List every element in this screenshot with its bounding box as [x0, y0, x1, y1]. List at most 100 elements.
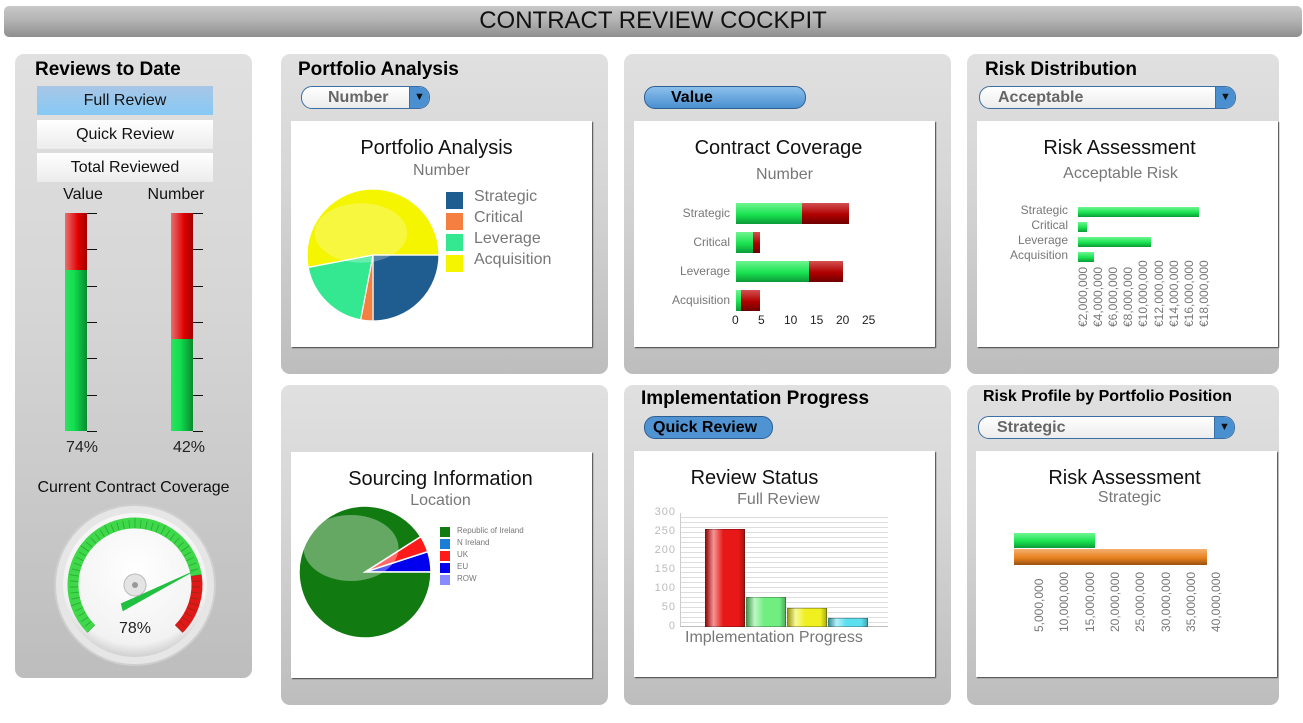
- legend-label-republic-of-ireland: Republic of Ireland: [457, 526, 524, 535]
- legend-swatch-n-ireland: [440, 539, 450, 549]
- review-ytick: 100: [654, 582, 676, 594]
- full-review-button[interactable]: Full Review: [37, 86, 213, 115]
- value-meter-percent: 74%: [65, 439, 99, 456]
- review-ytick: 300: [654, 506, 676, 518]
- coverage-category-label: Acquisition: [671, 293, 730, 307]
- meter-tick: [193, 249, 203, 251]
- risk-category-label: Critical: [1031, 218, 1068, 232]
- risk-chart-title: Risk Assessment: [1043, 137, 1196, 159]
- coverage-chart-card: Contract Coverage Number Strategic Critic…: [634, 121, 935, 347]
- risk-distribution-title: Risk Distribution: [985, 59, 1138, 80]
- coverage-xtick: 25: [862, 313, 876, 327]
- review-ytick: 0: [668, 620, 676, 632]
- meter-tick: [193, 431, 203, 432]
- risk-xtick: €18,000,000: [1196, 260, 1211, 327]
- review-bar: [787, 608, 827, 627]
- number-meter-remaining: [171, 213, 193, 340]
- risk-profile-chart-subtitle: Strategic: [1097, 489, 1162, 506]
- implementation-panel-title: Implementation Progress: [641, 388, 870, 409]
- legend-label-leverage: Leverage: [474, 230, 541, 247]
- risk-profile-title: Risk Profile by Portfolio Position: [983, 388, 1232, 405]
- meter-tick: [87, 285, 97, 287]
- meter-tick: [193, 213, 203, 214]
- pie-gloss: [314, 203, 408, 263]
- risk-xtick: €4,000,000: [1091, 266, 1106, 327]
- coverage-xtick: 15: [810, 313, 824, 327]
- chevron-down-icon[interactable]: ▼: [1214, 417, 1234, 438]
- risk-chart-subtitle: Acceptable Risk: [1063, 165, 1178, 182]
- portfolio-panel-title: Portfolio Analysis: [298, 59, 459, 80]
- risk-chart-card: Risk Assessment Acceptable Risk Strategi…: [977, 121, 1278, 347]
- coverage-bar-not-covered: [741, 290, 760, 311]
- legend-label-uk: UK: [457, 550, 469, 559]
- portfolio-pie-chart: [306, 188, 440, 322]
- coverage-chart-title: Contract Coverage: [694, 137, 863, 159]
- coverage-bar-covered: [736, 232, 754, 253]
- review-bar: [746, 596, 786, 627]
- review-ytick: 250: [654, 525, 676, 537]
- risk-xtick: €16,000,000: [1181, 260, 1196, 327]
- risk-xtick: €14,000,000: [1166, 260, 1181, 327]
- total-reviewed-button[interactable]: Total Reviewed: [37, 153, 213, 182]
- legend-swatch-uk: [440, 551, 450, 561]
- reviews-panel-title: Reviews to Date: [35, 59, 181, 80]
- risk-profile-xtick: 5,000,000: [1032, 578, 1046, 632]
- coverage-bar-not-covered: [753, 232, 760, 253]
- review-bar: [828, 617, 868, 627]
- quick-review-button[interactable]: Quick Review: [37, 120, 213, 149]
- number-meter-percent: 42%: [172, 439, 206, 456]
- review-bar: [705, 528, 745, 627]
- gauge-value: 78%: [119, 620, 151, 637]
- risk-bar: [1078, 252, 1094, 262]
- legend-label-row: ROW: [457, 574, 477, 583]
- portfolio-position-dropdown[interactable]: Strategic ▼: [978, 416, 1235, 439]
- portfolio-chart-card: Portfolio Analysis Number Strategic Criti…: [291, 121, 592, 347]
- meter-tick: [87, 394, 97, 396]
- risk-profile-chart-card: Risk Assessment Strategic 5,000,000 10,00…: [976, 451, 1277, 677]
- risk-xtick: €2,000,000: [1076, 266, 1090, 327]
- legend-swatch-row: [440, 575, 450, 585]
- meter-tick: [87, 431, 97, 432]
- risk-profile-xtick: 25,000,000: [1133, 571, 1148, 632]
- number-meter-fill: [171, 339, 193, 431]
- chevron-down-icon[interactable]: ▼: [1215, 87, 1235, 108]
- risk-profile-xtick: 35,000,000: [1183, 571, 1198, 632]
- value-meter-remaining: [65, 213, 87, 270]
- coverage-chart-subtitle: Number: [756, 166, 813, 183]
- legend-swatch-acquisition: [446, 255, 463, 272]
- quick-review-selector[interactable]: Quick Review: [644, 416, 773, 439]
- app-title: CONTRACT REVIEW COCKPIT: [479, 7, 827, 34]
- coverage-xtick: 5: [758, 313, 765, 327]
- portfolio-chart-subtitle: Number: [413, 162, 470, 179]
- coverage-bar-covered: [736, 261, 810, 282]
- app-title-bar: CONTRACT REVIEW COCKPIT: [4, 6, 1302, 37]
- number-meter: [171, 213, 193, 431]
- meter-tick: [87, 322, 97, 323]
- meter-tick: [193, 322, 203, 323]
- risk-profile-chart-title: Risk Assessment: [1048, 467, 1201, 489]
- review-ytick: 200: [654, 544, 676, 556]
- risk-profile-xtick: 30,000,000: [1158, 571, 1173, 632]
- legend-label-critical: Critical: [474, 209, 523, 226]
- risk-xtick: €8,000,000: [1121, 266, 1136, 327]
- coverage-xtick: 10: [784, 313, 798, 327]
- legend-swatch-republic-of-ireland: [440, 527, 450, 537]
- coverage-xtick: 20: [836, 313, 850, 327]
- coverage-value-selector[interactable]: Value: [644, 86, 806, 109]
- risk-profile-xtick: 15,000,000: [1082, 571, 1097, 632]
- sourcing-pie-chart: [298, 505, 432, 639]
- sourcing-chart-title: Sourcing Information: [348, 468, 533, 490]
- risk-profile-xtick: 20,000,000: [1107, 571, 1122, 632]
- chevron-down-icon[interactable]: ▼: [409, 87, 429, 108]
- risk-level-dropdown[interactable]: Acceptable ▼: [979, 86, 1236, 109]
- gauge-tick: [70, 580, 79, 582]
- meter-tick: [193, 358, 203, 360]
- risk-bar: [1078, 222, 1088, 232]
- risk-profile-bar-acceptable: [1014, 533, 1096, 548]
- risk-category-label: Strategic: [1020, 203, 1068, 217]
- portfolio-measure-dropdown[interactable]: Number ▼: [301, 86, 430, 109]
- portfolio-chart-title: Portfolio Analysis: [360, 137, 513, 159]
- risk-profile-xtick: 10,000,000: [1057, 571, 1072, 632]
- legend-swatch-critical: [446, 213, 463, 230]
- coverage-bar-covered: [736, 203, 802, 224]
